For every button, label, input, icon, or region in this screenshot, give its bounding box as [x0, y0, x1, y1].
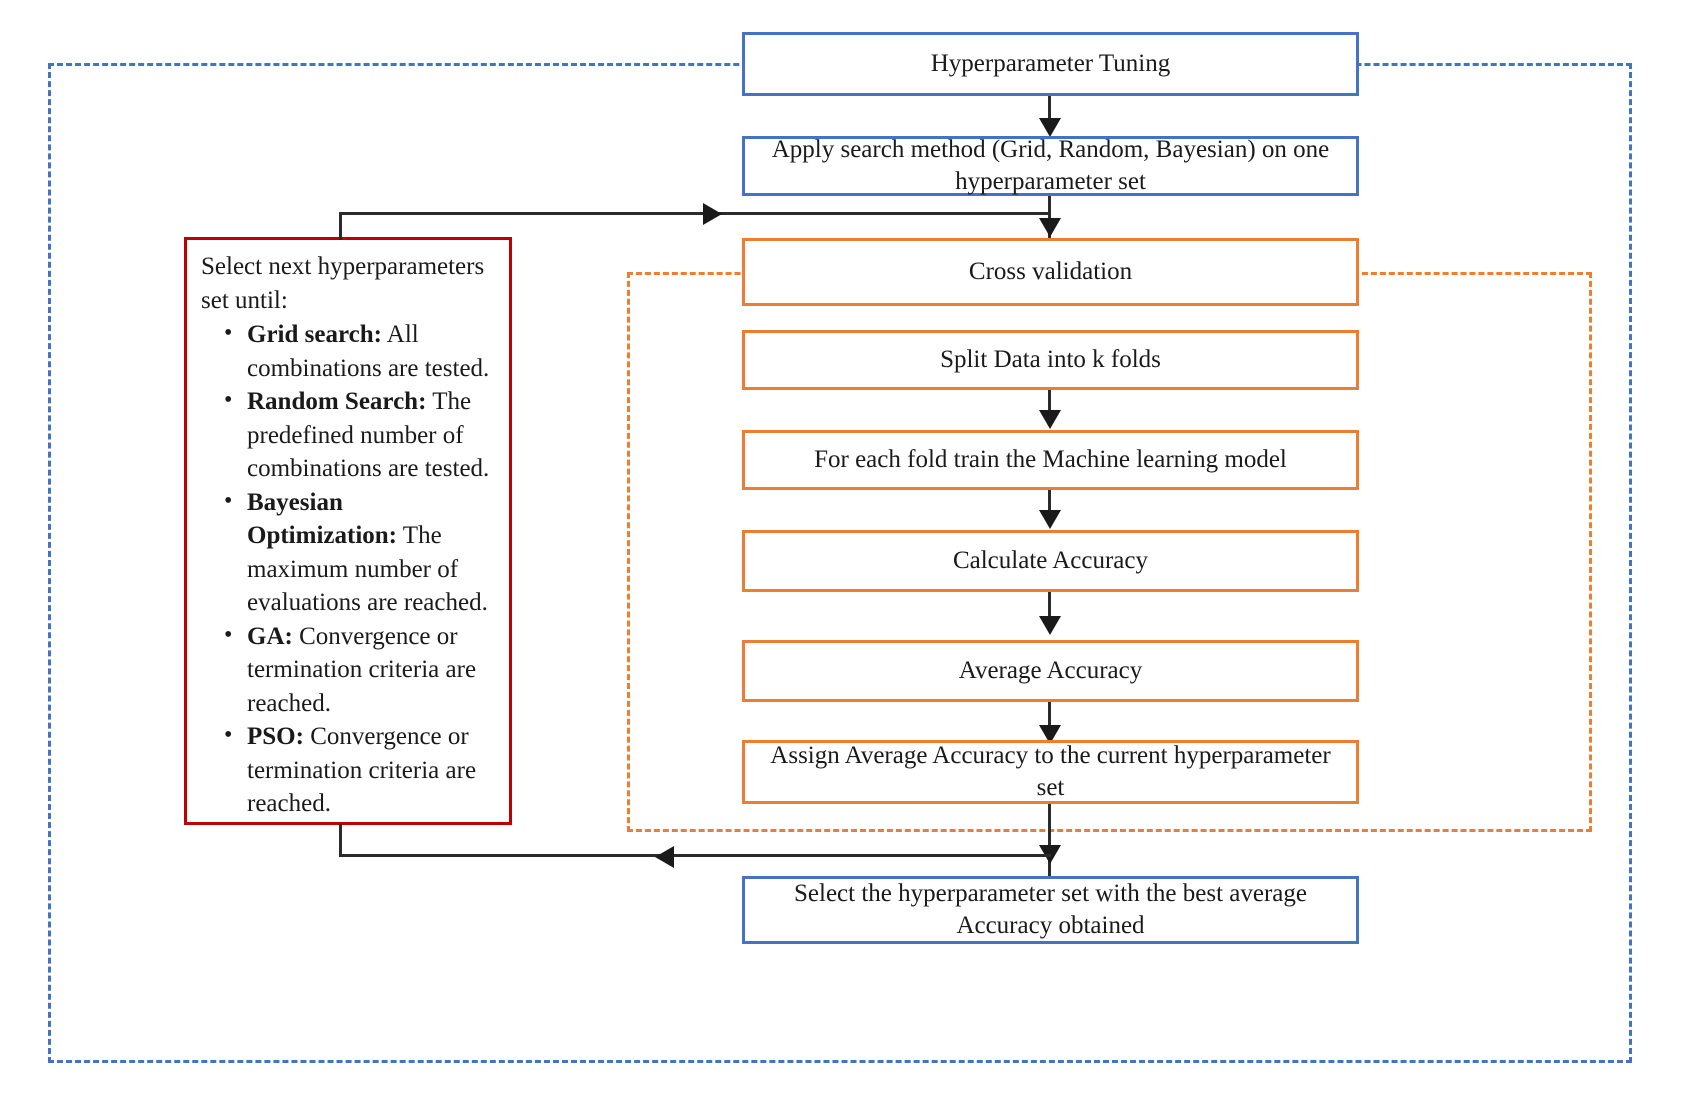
node-cross-validation[interactable]: Cross validation: [742, 238, 1359, 306]
arrow-down-icon-split-to-train: [1039, 410, 1061, 429]
note-lead-text: Select next hyperparameters set until:: [201, 253, 485, 314]
list-item: Grid search: All combinations are tested…: [221, 317, 495, 385]
note-criteria-list: Grid search: All combinations are tested…: [201, 317, 495, 821]
arrow-down-icon-train-to-calc: [1039, 510, 1061, 529]
connector-line-assign-to-select: [1048, 804, 1051, 876]
connector-line-note-to-search-horizontal: [339, 212, 1049, 215]
arrow-down-icon-search-to-cv: [1039, 218, 1061, 237]
arrow-down-icon-calc-to-avg: [1039, 616, 1061, 635]
node-train-model[interactable]: For each fold train the Machine learning…: [742, 430, 1359, 490]
arrow-right-icon-note-to-search: [703, 203, 722, 225]
flowchart-canvas: Hyperparameter Tuning Apply search metho…: [0, 0, 1695, 1094]
note-term: GA:: [247, 622, 293, 650]
arrow-left-icon-feedback: [655, 846, 674, 868]
node-average-accuracy[interactable]: Average Accuracy: [742, 640, 1359, 702]
node-calculate-accuracy[interactable]: Calculate Accuracy: [742, 530, 1359, 592]
node-hyperparameter-tuning[interactable]: Hyperparameter Tuning: [742, 32, 1359, 96]
note-term: Random Search:: [247, 388, 427, 415]
list-item: Random Search: The predefined number of …: [221, 384, 495, 486]
note-term: Grid search:: [247, 321, 382, 348]
list-item: GA: Convergence or termination criteria …: [221, 619, 495, 721]
node-apply-search-method[interactable]: Apply search method (Grid, Random, Bayes…: [742, 136, 1359, 196]
node-assign-accuracy[interactable]: Assign Average Accuracy to the current h…: [742, 740, 1359, 804]
note-term: PSO:: [247, 723, 304, 750]
node-select-next-hyperparameters-note[interactable]: Select next hyperparameters set until: G…: [184, 237, 512, 825]
node-split-data[interactable]: Split Data into k folds: [742, 330, 1359, 390]
note-term: Bayesian Optimization:: [247, 488, 397, 550]
node-select-best[interactable]: Select the hyperparameter set with the b…: [742, 876, 1359, 944]
connector-line-feedback-to-note-vertical: [339, 824, 342, 856]
connector-line-feedback-horizontal: [339, 854, 1051, 857]
list-item: Bayesian Optimization: The maximum numbe…: [221, 485, 495, 620]
list-item: PSO: Convergence or termination criteria…: [221, 719, 495, 821]
connector-line-note-to-search-vertical: [339, 212, 342, 240]
